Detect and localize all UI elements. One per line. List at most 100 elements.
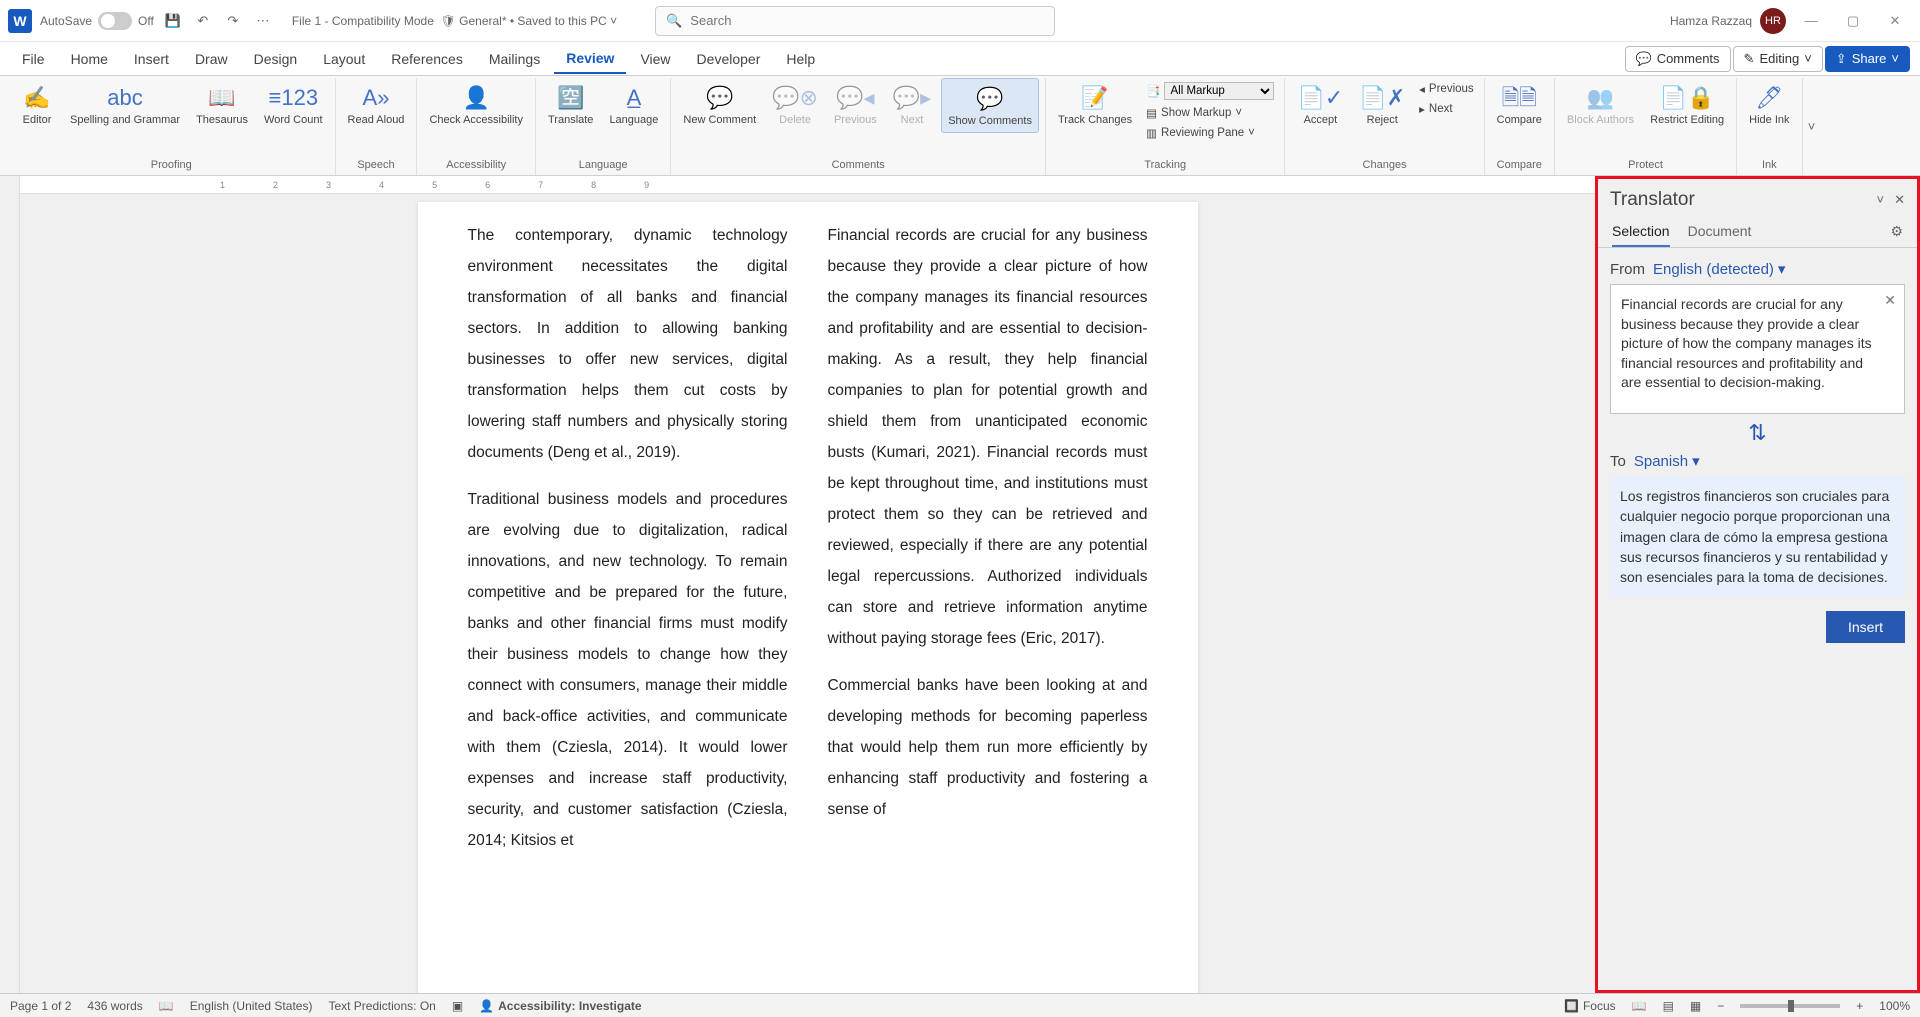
doc-paragraph[interactable]: Financial records are crucial for any bu… (828, 220, 1148, 654)
tab-layout[interactable]: Layout (311, 45, 377, 73)
wordcount-button[interactable]: ≡123Word Count (258, 78, 329, 131)
view-read-icon[interactable]: 📖 (1632, 999, 1647, 1013)
text-predictions-status[interactable]: Text Predictions: On (328, 999, 435, 1013)
translator-title: Translator (1610, 189, 1695, 211)
clear-source-icon[interactable]: ✕ (1884, 291, 1896, 311)
page-status[interactable]: Page 1 of 2 (10, 999, 71, 1013)
previous-change-button[interactable]: ◂ Previous (1415, 80, 1478, 98)
document-title: File 1 - Compatibility Mode 🛡 General* •… (292, 14, 617, 28)
word-app-icon: W (8, 9, 32, 33)
wordcount-status[interactable]: 436 words (87, 999, 142, 1013)
tab-help[interactable]: Help (774, 45, 827, 73)
tab-draw[interactable]: Draw (183, 45, 240, 73)
pane-collapse-icon[interactable]: ˅ (1877, 192, 1885, 208)
from-language-select[interactable]: English (detected) ▾ (1653, 260, 1785, 278)
language-status[interactable]: English (United States) (190, 999, 313, 1013)
tab-references[interactable]: References (379, 45, 475, 73)
zoom-in-icon[interactable]: + (1856, 999, 1863, 1013)
tab-review[interactable]: Review (554, 44, 626, 74)
zoom-slider[interactable] (1740, 1004, 1840, 1008)
show-markup-button[interactable]: ▤ Show Markup ˅ (1142, 104, 1278, 122)
block-authors-button[interactable]: 👥Block Authors (1561, 78, 1640, 131)
collapse-ribbon-icon[interactable]: ˅ (1803, 78, 1821, 175)
target-text: Los registros financieros son cruciales … (1620, 488, 1890, 585)
doc-paragraph[interactable]: Commercial banks have been looking at an… (828, 670, 1148, 825)
swap-languages-icon[interactable]: ⇅ (1610, 414, 1905, 452)
previous-comment-button[interactable]: 💬◂Previous (828, 78, 883, 131)
zoom-level[interactable]: 100% (1879, 999, 1910, 1013)
undo-icon[interactable]: ↶ (192, 10, 214, 32)
avatar[interactable]: HR (1760, 8, 1786, 34)
next-comment-button[interactable]: 💬▸Next (887, 78, 937, 131)
maximize-icon[interactable]: ▢ (1836, 7, 1870, 35)
compare-group-label: Compare (1497, 157, 1542, 175)
hide-ink-icon: 🖊 (1755, 82, 1783, 114)
document-scroll[interactable]: The contemporary, dynamic technology env… (20, 194, 1595, 993)
to-language-select[interactable]: Spanish ▾ (1634, 452, 1700, 470)
search-box[interactable]: 🔍 (655, 6, 1055, 36)
accept-button[interactable]: 📄✓Accept (1291, 78, 1349, 131)
close-icon[interactable]: ✕ (1878, 7, 1912, 35)
accessibility-status[interactable]: 👤 Accessibility: Investigate (479, 999, 641, 1013)
workarea: 123456789 The contemporary, dynamic tech… (0, 176, 1920, 993)
source-text-box[interactable]: Financial records are crucial for any bu… (1610, 284, 1905, 414)
translator-tab-document[interactable]: Document (1688, 223, 1752, 247)
tab-home[interactable]: Home (59, 45, 120, 73)
autosave-toggle[interactable] (98, 12, 132, 30)
save-icon[interactable]: 💾 (162, 10, 184, 32)
next-change-button[interactable]: ▸ Next (1415, 100, 1478, 118)
view-web-icon[interactable]: ▦ (1690, 999, 1701, 1013)
view-print-icon[interactable]: ▤ (1663, 999, 1674, 1013)
editing-button[interactable]: ✎ Editing ˅ (1733, 46, 1823, 72)
autosave-label: AutoSave (40, 14, 92, 28)
qat-more-icon[interactable]: ⋯ (252, 10, 274, 32)
comments-button[interactable]: 💬 Comments (1625, 46, 1731, 72)
new-comment-button[interactable]: 💬New Comment (677, 78, 762, 131)
tab-file[interactable]: File (10, 45, 57, 73)
read-aloud-button[interactable]: A»Read Aloud (342, 78, 411, 131)
track-changes-button[interactable]: 📝Track Changes (1052, 78, 1138, 131)
redo-icon[interactable]: ↷ (222, 10, 244, 32)
thesaurus-button[interactable]: 📖Thesaurus (190, 78, 254, 131)
insert-button[interactable]: Insert (1826, 611, 1905, 643)
hide-ink-button[interactable]: 🖊Hide Ink (1743, 78, 1795, 131)
tab-design[interactable]: Design (242, 45, 310, 73)
restrict-editing-button[interactable]: 📄🔒Restrict Editing (1644, 78, 1730, 131)
check-accessibility-button[interactable]: 👤Check Accessibility (423, 78, 529, 131)
tab-developer[interactable]: Developer (685, 45, 773, 73)
tab-view[interactable]: View (628, 45, 682, 73)
thesaurus-icon: 📖 (208, 82, 235, 114)
reject-button[interactable]: 📄✗Reject (1353, 78, 1411, 131)
search-input[interactable] (690, 13, 1044, 28)
spelling-button[interactable]: abcSpelling and Grammar (64, 78, 186, 131)
wordcount-icon: ≡123 (269, 82, 319, 114)
translate-button[interactable]: 🈳Translate (542, 78, 599, 131)
translator-settings-icon[interactable]: ⚙ (1890, 223, 1903, 247)
delete-comment-button[interactable]: 💬⊗Delete (766, 78, 824, 131)
tracking-group-label: Tracking (1144, 157, 1186, 175)
read-aloud-icon: A» (363, 82, 390, 114)
ink-group-label: Ink (1762, 157, 1777, 175)
translator-tab-selection[interactable]: Selection (1612, 223, 1670, 247)
compare-button[interactable]: 🗎🗎Compare (1491, 78, 1548, 131)
spellcheck-status-icon[interactable]: 📖 (159, 999, 174, 1013)
tab-mailings[interactable]: Mailings (477, 45, 552, 73)
reviewing-pane-button[interactable]: ▥ Reviewing Pane ˅ (1142, 124, 1278, 142)
markup-display-select[interactable]: 📑 All Markup (1142, 80, 1278, 102)
doc-paragraph[interactable]: Traditional business models and procedur… (468, 484, 788, 856)
share-button[interactable]: ⇪ Share ˅ (1825, 46, 1910, 72)
autosave-toggle-group[interactable]: AutoSave Off (40, 12, 154, 30)
macro-status-icon[interactable]: ▣ (452, 999, 463, 1013)
doc-paragraph[interactable]: The contemporary, dynamic technology env… (468, 220, 788, 468)
document-page[interactable]: The contemporary, dynamic technology env… (418, 202, 1198, 993)
language-button[interactable]: A̲Language (603, 78, 664, 131)
focus-mode[interactable]: 🔲 Focus (1564, 999, 1616, 1013)
show-comments-button[interactable]: 💬Show Comments (941, 78, 1039, 133)
pane-close-icon[interactable]: ✕ (1894, 192, 1905, 208)
delete-comment-icon: 💬⊗ (772, 82, 818, 114)
tab-insert[interactable]: Insert (122, 45, 181, 73)
username-label: Hamza Razzaq (1670, 14, 1752, 28)
editor-button[interactable]: ✍Editor (14, 78, 60, 131)
minimize-icon[interactable]: — (1794, 7, 1828, 35)
zoom-out-icon[interactable]: − (1717, 999, 1724, 1013)
